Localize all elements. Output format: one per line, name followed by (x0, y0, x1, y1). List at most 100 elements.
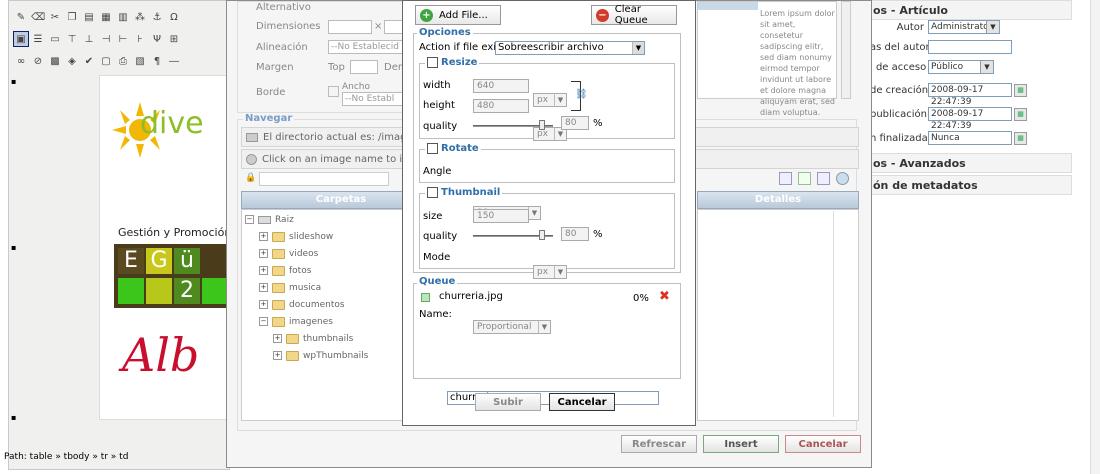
help-icon[interactable] (836, 172, 849, 185)
editor-toolbar-row-2: ▣ ☰ ▭ ⊤ ⊥ ⊣ ⊢ ⊦ Ψ ⊞ (13, 31, 182, 49)
paste-icon[interactable]: ▤ (81, 9, 97, 25)
publicacion-input[interactable]: 2008-09-17 22:47:39 (928, 107, 1012, 131)
thumb-size-unit[interactable]: px ▼ (533, 265, 567, 279)
insert-col-after-icon[interactable]: ⊦ (132, 31, 148, 47)
resize-legend-label: Resize (441, 57, 478, 68)
creacion-input[interactable]: 2008-09-17 22:47:39 (928, 83, 1012, 107)
section-avanzados-header[interactable]: os - Avanzados (870, 153, 1072, 173)
pilcrow-icon[interactable]: ¶ (149, 53, 165, 69)
details-scrollbar[interactable] (833, 211, 855, 417)
path-input[interactable] (259, 172, 389, 186)
paste-text-icon[interactable]: ▦ (98, 9, 114, 25)
resize-width-input[interactable]: 640 (473, 79, 529, 93)
borde-checkbox[interactable] (328, 86, 339, 97)
insert-row-before-icon[interactable]: ⊤ (64, 31, 80, 47)
collapse-icon[interactable]: − (245, 215, 254, 224)
action-select[interactable]: Sobreescribir archivo ▼ (495, 41, 645, 55)
remove-file-icon[interactable]: ✖ (659, 289, 670, 304)
acceso-select[interactable]: Público ▼ (928, 60, 994, 74)
table-edit-icon[interactable]: ▣ (13, 31, 29, 47)
new-folder-icon[interactable] (798, 172, 811, 185)
editor-content-area[interactable]: dive Gestión y Promoción E G ü 2 Alb (99, 75, 239, 420)
anchor-icon[interactable]: ⚓ (149, 9, 165, 25)
collapse-icon[interactable]: − (259, 317, 268, 326)
subir-button[interactable]: Subir (475, 393, 541, 411)
expand-icon[interactable]: + (259, 283, 268, 292)
refrescar-button[interactable]: Refrescar (621, 435, 697, 453)
list-view-icon[interactable] (779, 172, 792, 185)
insert-button[interactable]: Insert (703, 435, 779, 453)
find-replace-icon[interactable]: ⁂ (132, 9, 148, 25)
editor-status-path: Path: table » tbody » tr » td (4, 452, 129, 462)
expand-icon[interactable]: + (273, 334, 282, 343)
calendar-icon[interactable]: ▦ (1014, 131, 1027, 145)
pen-icon[interactable]: ✎ (13, 9, 29, 25)
delete-row-icon[interactable]: ⊣ (98, 31, 114, 47)
alias-autor-input[interactable] (928, 40, 1012, 54)
upload-cancelar-button[interactable]: Cancelar (549, 393, 615, 411)
thumbnail-checkbox[interactable] (427, 187, 438, 198)
calendar-icon[interactable]: ▦ (1014, 107, 1027, 121)
clear-queue-button[interactable]: − Clear Queue (591, 4, 677, 26)
unlink-icon[interactable]: ⊘ (30, 53, 46, 69)
tree-item-fotos[interactable]: + fotos (245, 262, 405, 279)
width-input[interactable] (328, 20, 372, 34)
insert-row-after-icon[interactable]: ⊥ (81, 31, 97, 47)
tree-item-imagenes[interactable]: − imagenes (245, 313, 405, 330)
egu-logo: E G ü 2 (114, 244, 234, 308)
thumb-quality-input[interactable]: 80 (561, 227, 589, 241)
finalizada-input[interactable]: Nunca (928, 131, 1012, 145)
add-file-label: Add File... (439, 9, 488, 21)
slider-handle[interactable] (539, 230, 545, 240)
tree-item-wpthumbnails[interactable]: + wpThumbnails (245, 347, 405, 364)
add-file-button[interactable]: + Add File... (415, 5, 501, 25)
expand-icon[interactable]: + (259, 249, 268, 258)
tree-item-label: Raiz (275, 214, 294, 225)
expand-icon[interactable]: + (259, 300, 268, 309)
tree-item-thumbnails[interactable]: + thumbnails (245, 330, 405, 347)
omega-icon[interactable]: Ω (166, 9, 182, 25)
insert-col-before-icon[interactable]: ⊢ (115, 31, 131, 47)
page-scrollbar[interactable] (1090, 0, 1100, 474)
cancelar-button[interactable]: Cancelar (785, 435, 861, 453)
media-icon[interactable]: ◈ (64, 53, 80, 69)
link-icon[interactable]: ∞ (13, 53, 29, 69)
section-metadatos-header[interactable]: ón de metadatos (870, 175, 1072, 195)
chain-link-icon[interactable]: ⛓ (575, 89, 588, 100)
expand-icon[interactable]: + (259, 266, 268, 275)
copy-icon[interactable]: ❐ (64, 9, 80, 25)
tree-item-slideshow[interactable]: + slideshow (245, 228, 405, 245)
resize-width-unit[interactable]: px ▼ (533, 93, 567, 107)
preview-scrollbar[interactable] (841, 1, 851, 99)
calendar-icon[interactable]: ▦ (1014, 83, 1027, 97)
cut-icon[interactable]: ✂ (47, 9, 63, 25)
split-cells-icon[interactable]: ⊞ (166, 31, 182, 47)
tree-item-musica[interactable]: + musica (245, 279, 405, 296)
cell-props-icon[interactable]: ▭ (47, 31, 63, 47)
delete-col-icon[interactable]: Ψ (149, 31, 165, 47)
slider-handle[interactable] (539, 120, 545, 130)
tree-item-documentos[interactable]: + documentos (245, 296, 405, 313)
thumb-size-input[interactable]: 150 (473, 209, 529, 223)
expand-icon[interactable]: + (273, 351, 282, 360)
preview-icon[interactable]: ⎙ (115, 53, 131, 69)
margin-top-input[interactable] (350, 60, 378, 74)
rotate-checkbox[interactable] (427, 143, 438, 154)
horizontal-rule-icon[interactable]: ― (166, 53, 182, 69)
resize-checkbox[interactable] (427, 57, 438, 68)
autor-select[interactable]: Administrator ▼ (928, 20, 1000, 34)
spellcheck-icon[interactable]: ✔ (81, 53, 97, 69)
row-props-icon[interactable]: ☰ (30, 31, 46, 47)
angle-label: Angle (423, 166, 452, 177)
expand-icon[interactable]: + (259, 232, 268, 241)
tree-item-root[interactable]: − Raiz (245, 211, 405, 228)
eraser-icon[interactable]: ⌫ (30, 9, 46, 25)
print-icon[interactable]: ▧ (132, 53, 148, 69)
paste-word-icon[interactable]: ▥ (115, 9, 131, 25)
template-icon[interactable]: ▢ (98, 53, 114, 69)
tree-item-videos[interactable]: + videos (245, 245, 405, 262)
image-icon[interactable]: ▩ (47, 53, 63, 69)
resize-height-input[interactable]: 480 (473, 99, 529, 113)
upload-icon[interactable] (817, 172, 830, 185)
resize-quality-input[interactable]: 80 (561, 116, 589, 130)
